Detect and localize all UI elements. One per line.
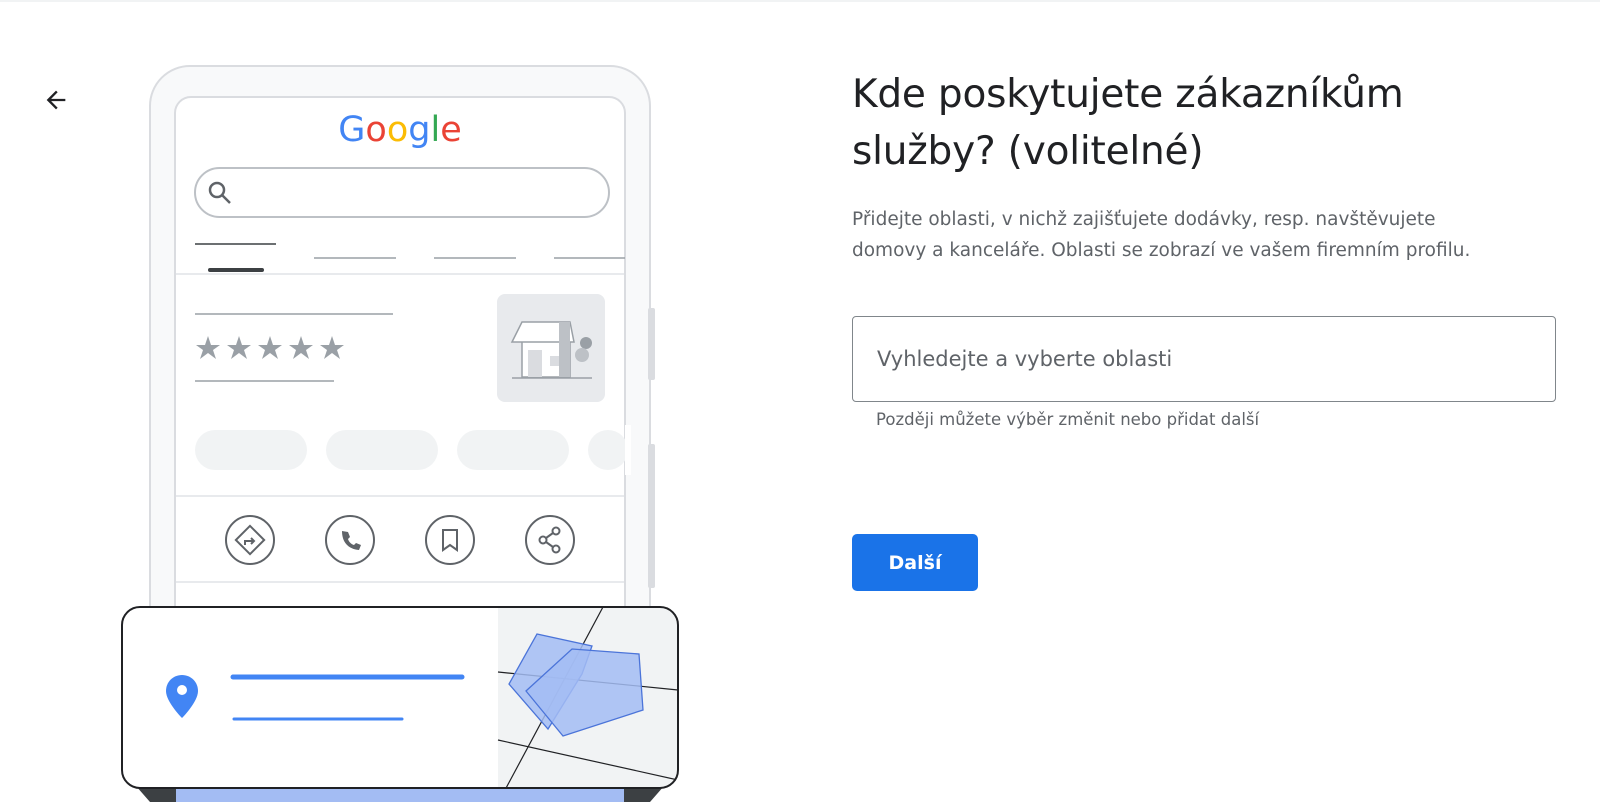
illustration-search-bar <box>194 167 610 218</box>
page-title-line: služby? (volitelné) <box>852 129 1204 174</box>
service-area-search-field[interactable] <box>852 316 1556 402</box>
service-area-card <box>121 606 679 789</box>
google-logo: Google <box>338 110 461 150</box>
page-title-line: Kde poskytujete zákazníkům <box>852 72 1404 117</box>
service-area-search-input[interactable] <box>877 347 1531 371</box>
phone-side-button <box>648 308 655 380</box>
page-description: Přidejte oblasti, v nichž zajišťujete do… <box>852 204 1552 266</box>
description-line: Přidejte oblasti, v nichž zajišťujete do… <box>852 209 1436 230</box>
main-content: Kde poskytujete zákazníkům služby? (voli… <box>852 66 1552 266</box>
next-button[interactable]: Další <box>852 534 978 591</box>
storefront-icon <box>497 294 605 402</box>
business-profile-illustration: Google <box>121 65 679 802</box>
helper-text: Později můžete výběr změnit nebo přidat … <box>876 410 1260 429</box>
description-line: domovy a kanceláře. Oblasti se zobrazí v… <box>852 240 1471 261</box>
page-title: Kde poskytujete zákazníkům služby? (voli… <box>852 66 1552 180</box>
phone-side-button <box>648 444 655 588</box>
